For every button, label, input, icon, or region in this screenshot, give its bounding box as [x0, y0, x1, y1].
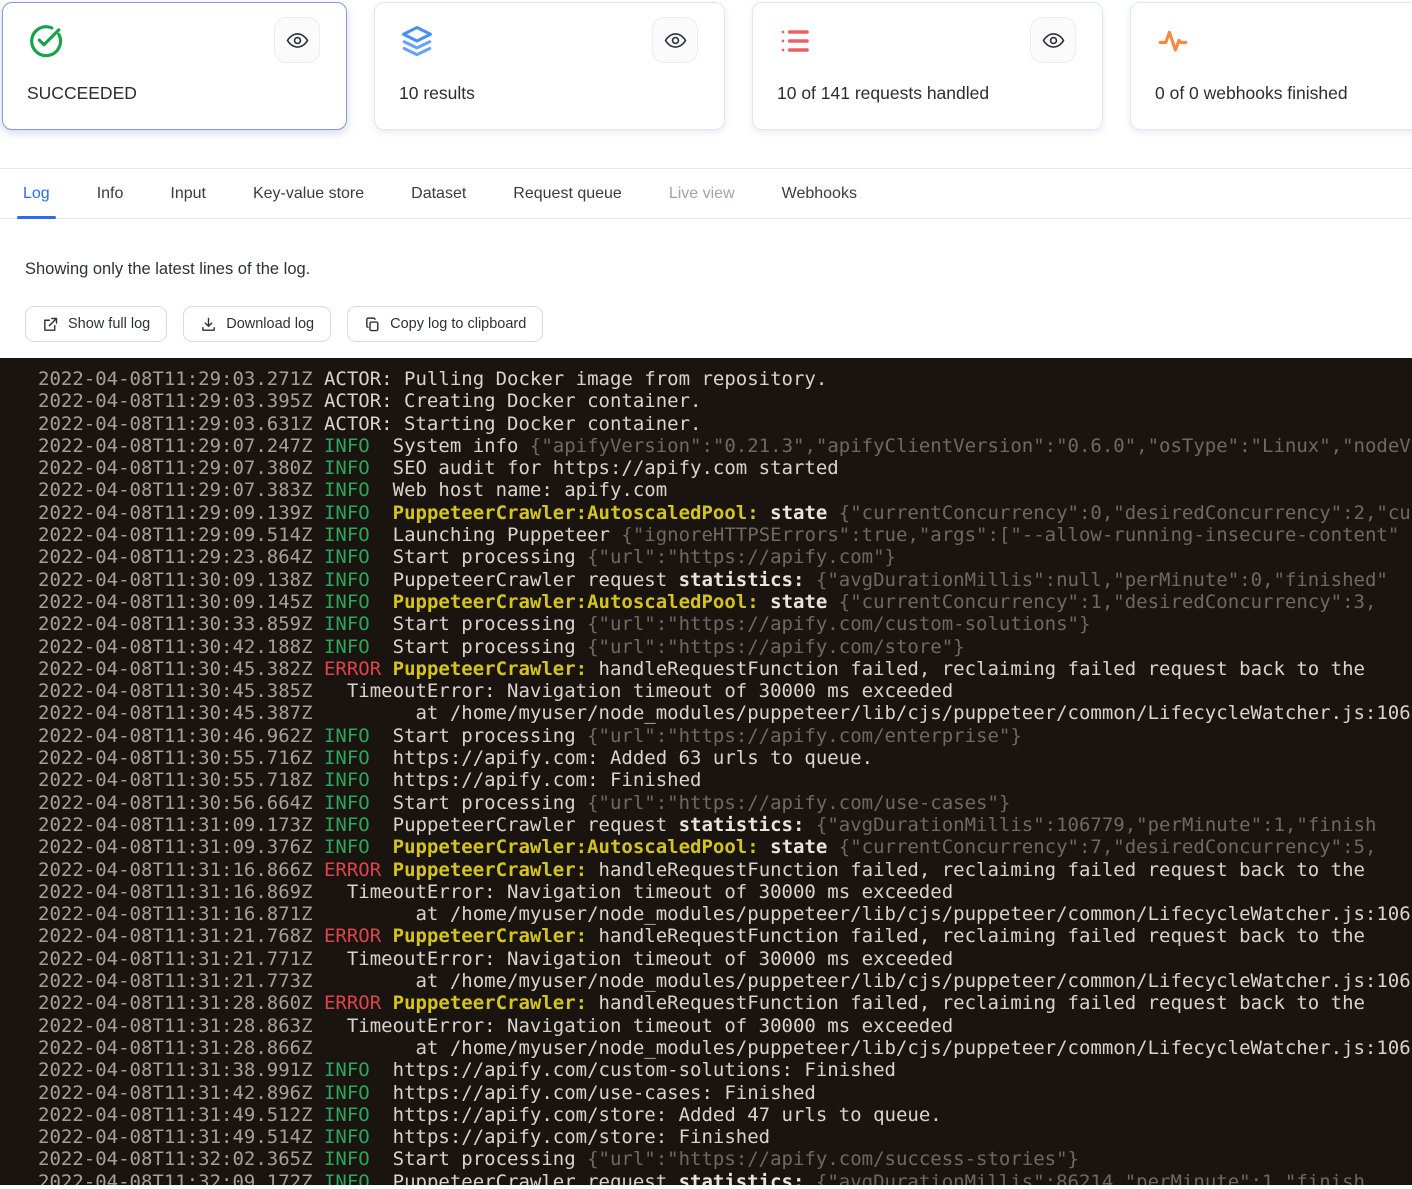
- log-line: 2022-04-08T11:31:21.768Z ERROR Puppeteer…: [38, 925, 1412, 947]
- log-line: 2022-04-08T11:29:03.631Z ACTOR: Starting…: [38, 413, 1412, 435]
- log-actions: Show full log Download log Copy log to c…: [25, 306, 1412, 342]
- tab-input[interactable]: Input: [170, 169, 206, 218]
- log-line: 2022-04-08T11:29:03.395Z ACTOR: Creating…: [38, 390, 1412, 412]
- log-line: 2022-04-08T11:31:38.991Z INFO https://ap…: [38, 1059, 1412, 1081]
- pulse-icon: [1155, 23, 1191, 59]
- results-label: 10 results: [399, 83, 475, 104]
- download-log-button[interactable]: Download log: [183, 306, 331, 342]
- status-cards-row: SUCCEEDED 10 results: [2, 2, 1412, 130]
- log-line: 2022-04-08T11:29:09.514Z INFO Launching …: [38, 524, 1412, 546]
- log-line: 2022-04-08T11:29:03.271Z ACTOR: Pulling …: [38, 368, 1412, 390]
- log-line: 2022-04-08T11:32:02.365Z INFO Start proc…: [38, 1148, 1412, 1170]
- tab-info[interactable]: Info: [97, 169, 124, 218]
- log-line: 2022-04-08T11:30:46.962Z INFO Start proc…: [38, 725, 1412, 747]
- list-icon: [777, 23, 813, 59]
- tab-webhooks[interactable]: Webhooks: [782, 169, 857, 218]
- log-line: 2022-04-08T11:31:49.514Z INFO https://ap…: [38, 1126, 1412, 1148]
- log-line: 2022-04-08T11:30:45.387Z at /home/myuser…: [38, 702, 1412, 724]
- log-console[interactable]: 2022-04-08T11:29:03.271Z ACTOR: Pulling …: [0, 358, 1412, 1185]
- log-notice: Showing only the latest lines of the log…: [25, 260, 1412, 279]
- webhooks-card[interactable]: 0 of 0 webhooks finished: [1130, 2, 1412, 130]
- log-line: 2022-04-08T11:31:09.376Z INFO PuppeteerC…: [38, 836, 1412, 858]
- log-line: 2022-04-08T11:31:28.863Z TimeoutError: N…: [38, 1015, 1412, 1037]
- layers-icon: [399, 23, 435, 59]
- download-log-label: Download log: [226, 316, 314, 332]
- show-full-log-label: Show full log: [68, 316, 150, 332]
- copy-log-button[interactable]: Copy log to clipboard: [347, 306, 543, 342]
- log-line: 2022-04-08T11:31:21.771Z TimeoutError: N…: [38, 948, 1412, 970]
- log-line: 2022-04-08T11:30:55.716Z INFO https://ap…: [38, 747, 1412, 769]
- requests-card[interactable]: 10 of 141 requests handled: [752, 2, 1103, 130]
- requests-label: 10 of 141 requests handled: [777, 83, 989, 104]
- log-line: 2022-04-08T11:30:45.382Z ERROR Puppeteer…: [38, 658, 1412, 680]
- eye-icon: [664, 29, 687, 52]
- log-line: 2022-04-08T11:31:28.866Z at /home/myuser…: [38, 1037, 1412, 1059]
- log-line: 2022-04-08T11:31:42.896Z INFO https://ap…: [38, 1082, 1412, 1104]
- log-line: 2022-04-08T11:29:07.247Z INFO System inf…: [38, 435, 1412, 457]
- log-line: 2022-04-08T11:31:21.773Z at /home/myuser…: [38, 970, 1412, 992]
- log-line: 2022-04-08T11:31:16.871Z at /home/myuser…: [38, 903, 1412, 925]
- log-line: 2022-04-08T11:30:55.718Z INFO https://ap…: [38, 769, 1412, 791]
- tab-request-queue[interactable]: Request queue: [513, 169, 622, 218]
- log-line: 2022-04-08T11:31:28.860Z ERROR Puppeteer…: [38, 992, 1412, 1014]
- log-line: 2022-04-08T11:30:33.859Z INFO Start proc…: [38, 613, 1412, 635]
- log-line: 2022-04-08T11:32:09.172Z INFO PuppeteerC…: [38, 1171, 1412, 1185]
- eye-icon: [1042, 29, 1065, 52]
- log-line: 2022-04-08T11:31:16.866Z ERROR Puppeteer…: [38, 859, 1412, 881]
- log-line: 2022-04-08T11:30:09.145Z INFO PuppeteerC…: [38, 591, 1412, 613]
- log-line: 2022-04-08T11:31:09.173Z INFO PuppeteerC…: [38, 814, 1412, 836]
- check-circle-icon: [27, 23, 63, 59]
- log-line: 2022-04-08T11:31:16.869Z TimeoutError: N…: [38, 881, 1412, 903]
- copy-log-label: Copy log to clipboard: [390, 316, 526, 332]
- copy-icon: [364, 316, 381, 333]
- run-tabs: Log Info Input Key-value store Dataset R…: [0, 168, 1412, 219]
- log-line: 2022-04-08T11:30:56.664Z INFO Start proc…: [38, 792, 1412, 814]
- log-line: 2022-04-08T11:30:42.188Z INFO Start proc…: [38, 636, 1412, 658]
- log-line: 2022-04-08T11:30:45.385Z TimeoutError: N…: [38, 680, 1412, 702]
- webhooks-label: 0 of 0 webhooks finished: [1155, 83, 1348, 104]
- log-line: 2022-04-08T11:29:07.380Z INFO SEO audit …: [38, 457, 1412, 479]
- log-line: 2022-04-08T11:29:09.139Z INFO PuppeteerC…: [38, 502, 1412, 524]
- log-line: 2022-04-08T11:31:49.512Z INFO https://ap…: [38, 1104, 1412, 1126]
- run-status-label: SUCCEEDED: [27, 83, 137, 104]
- run-status-card[interactable]: SUCCEEDED: [2, 2, 347, 130]
- tab-key-value-store[interactable]: Key-value store: [253, 169, 364, 218]
- view-status-button[interactable]: [274, 17, 320, 63]
- tab-log[interactable]: Log: [23, 169, 50, 218]
- log-line: 2022-04-08T11:29:23.864Z INFO Start proc…: [38, 546, 1412, 568]
- eye-icon: [286, 29, 309, 52]
- view-results-button[interactable]: [652, 17, 698, 63]
- view-requests-button[interactable]: [1030, 17, 1076, 63]
- download-icon: [200, 316, 217, 333]
- log-line: 2022-04-08T11:29:07.383Z INFO Web host n…: [38, 479, 1412, 501]
- show-full-log-button[interactable]: Show full log: [25, 306, 167, 342]
- tab-live-view: Live view: [669, 169, 735, 218]
- external-link-icon: [42, 316, 59, 333]
- log-line: 2022-04-08T11:30:09.138Z INFO PuppeteerC…: [38, 569, 1412, 591]
- results-card[interactable]: 10 results: [374, 2, 725, 130]
- tab-dataset[interactable]: Dataset: [411, 169, 466, 218]
